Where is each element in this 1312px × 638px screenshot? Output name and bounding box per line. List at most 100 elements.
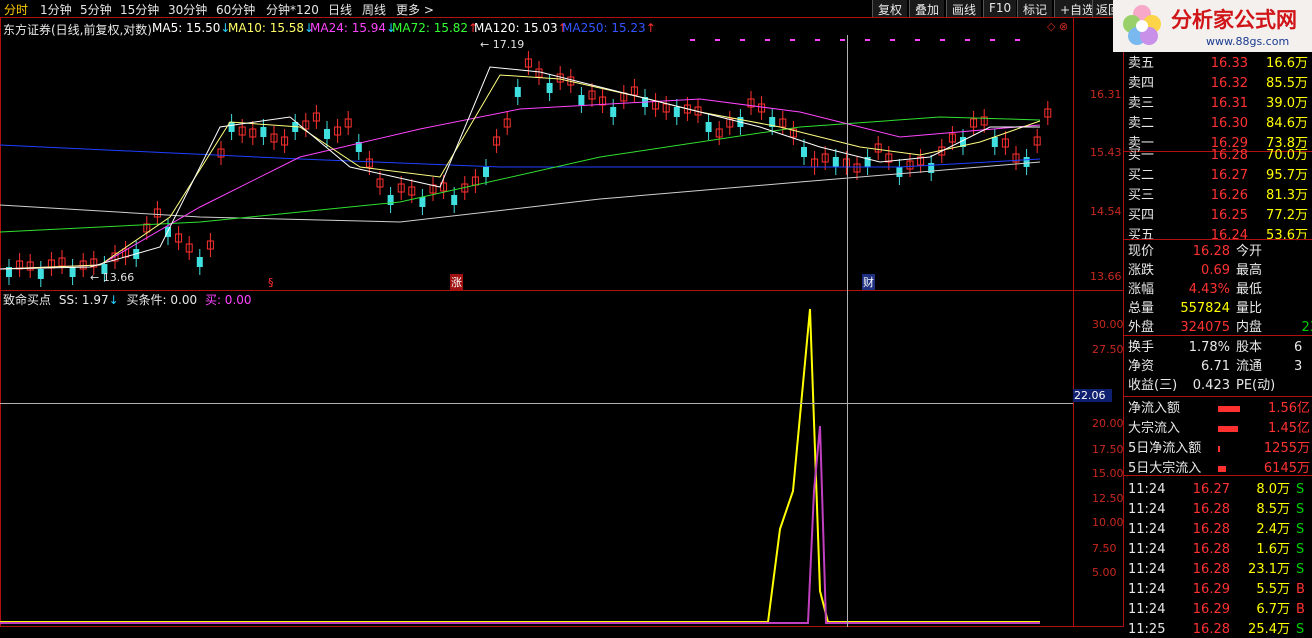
candle-body (514, 87, 521, 97)
crosshair-vertical (847, 35, 848, 627)
candle-body (801, 147, 807, 157)
period-tab-5[interactable]: 60分钟 (216, 1, 255, 18)
candle-body (705, 122, 712, 132)
buy-level-1[interactable]: 买一 16.28 70.0万 (1128, 144, 1308, 164)
period-tab-0[interactable]: 分时 (4, 1, 28, 18)
candle-body (260, 127, 267, 137)
signal-dot (815, 39, 820, 41)
ind-axis-12-5: 12.50 (1092, 492, 1124, 505)
signal-dot (765, 39, 770, 41)
signal-dot (690, 39, 695, 41)
ma5-line (0, 66, 1040, 270)
ind-axis-17-5: 17.50 (1092, 443, 1124, 456)
signal-dot (790, 39, 795, 41)
tick-row-3: 11:24 16.28 1.6万 S (1128, 542, 1305, 557)
period-tab-7[interactable]: 日线 (328, 1, 352, 18)
ind-axis-15: 15.00 (1092, 467, 1124, 480)
marker-section[interactable]: § (268, 276, 274, 289)
quote-fund-1: 净资 6.71 流通 3 (1128, 359, 1303, 374)
sell-level-4[interactable]: 卖二 16.30 84.6万 (1128, 112, 1308, 132)
signal-dot (990, 39, 995, 41)
buy-level-4[interactable]: 买四 16.25 77.2万 (1128, 204, 1308, 224)
tick-row-1: 11:24 16.28 8.5万 S (1128, 502, 1305, 517)
ind-axis-10: 10.00 (1092, 516, 1124, 529)
sell-level-3[interactable]: 卖三 16.31 39.0万 (1128, 92, 1308, 112)
candle-body (578, 95, 585, 105)
price-axis-15-43: 15.43 (1090, 146, 1122, 159)
buy-condition-line (0, 425, 1040, 624)
ma24-line (0, 98, 1041, 270)
site-logo: 分析家公式网 www.88gs.com (1113, 0, 1312, 52)
ind-axis-27-5: 27.50 (1092, 343, 1124, 356)
tick-row-7: 11:25 16.28 25.4万 S (1128, 622, 1305, 637)
candle-body (419, 197, 426, 207)
ind-axis-5: 5.00 (1092, 566, 1117, 579)
quote-stat-2: 涨幅 4.43% 最低 (1128, 282, 1263, 297)
quote-stat-4: 外盘324075内盘23 (1128, 320, 1312, 335)
quote-stat-3: 总量 557824 量比 (1128, 301, 1263, 316)
signal-dot (715, 39, 720, 41)
f10-button[interactable]: F10 (983, 0, 1017, 17)
sell-level-2[interactable]: 卖四 16.32 85.5万 (1128, 72, 1308, 92)
price-axis-16-31: 16.31 (1090, 88, 1122, 101)
axis-divider (1073, 17, 1074, 627)
candle-body (991, 137, 998, 147)
marker-finance[interactable]: 财 (862, 274, 875, 290)
restore-right-button[interactable]: 复权 (872, 0, 908, 17)
candle-body (69, 267, 76, 277)
flower-logo-icon (1123, 5, 1161, 45)
crosshair-horizontal (0, 403, 1073, 404)
high-price-label: ← 17.19 (480, 38, 525, 51)
overlay-button[interactable]: 叠加 (909, 0, 945, 17)
buy-level-2[interactable]: 买二 16.27 95.7万 (1128, 164, 1308, 184)
ma10-line (0, 74, 1041, 270)
fund-flow-3: 5日大宗流入 6145万 (1128, 461, 1310, 476)
quote-stat-0: 现价 16.28 今开 (1128, 244, 1263, 259)
fund-flow-1: 大宗流入 1.45亿 (1128, 421, 1310, 436)
candle-body (546, 83, 553, 93)
price-axis-14-54: 14.54 (1090, 205, 1122, 218)
period-tab-1[interactable]: 1分钟 (40, 1, 72, 18)
ma250-line (0, 144, 1041, 168)
marker-limit-up[interactable]: 涨 (450, 274, 463, 290)
period-tab-6[interactable]: 分钟*120 (266, 1, 319, 18)
quote-fund-2: 收益(三) 0.423 PE(动) (1128, 378, 1276, 393)
quote-stat-1: 涨跌 0.69 最高 (1128, 263, 1263, 278)
candle-body (896, 167, 903, 177)
quote-fund-0: 换手 1.78% 股本 6 (1128, 340, 1303, 355)
mark-button[interactable]: 标记 (1017, 0, 1053, 17)
indicator-chart (0, 308, 1040, 624)
candle-body (673, 107, 680, 117)
signal-dot (740, 39, 745, 41)
candle-body (832, 157, 839, 167)
candle-body (196, 257, 203, 267)
ind-axis-20: 20.00 (1092, 417, 1124, 430)
draw-line-button[interactable]: 画线 (946, 0, 982, 17)
signal-dot (940, 39, 945, 41)
candle-body (37, 269, 44, 279)
ind-axis-7-5: 7.50 (1092, 542, 1117, 555)
candle-body (610, 107, 617, 117)
panel-separator (1124, 475, 1312, 476)
signal-dot (840, 39, 845, 41)
tick-row-2: 11:24 16.28 2.4万 S (1128, 522, 1305, 537)
signal-dot (915, 39, 920, 41)
signal-dot (890, 39, 895, 41)
ind-axis-30: 30.00 (1092, 318, 1124, 331)
signal-dot (865, 39, 870, 41)
period-tab-more[interactable]: 更多 > (396, 1, 434, 18)
ma120-line (0, 161, 1041, 223)
candle-body (324, 129, 330, 139)
ss-line (0, 308, 1040, 623)
fund-flow-2: 5日净流入额 1255万 (1128, 441, 1310, 456)
period-tab-8[interactable]: 周线 (362, 1, 386, 18)
signal-dot (965, 39, 970, 41)
back-button[interactable]: 返回 (1092, 0, 1114, 17)
sell-level-1[interactable]: 卖五 16.33 16.6万 (1128, 52, 1308, 72)
signal-dot (1015, 39, 1020, 41)
period-tab-2[interactable]: 5分钟 (80, 1, 112, 18)
candle-body (483, 167, 489, 177)
buy-level-3[interactable]: 买三 16.26 81.3万 (1128, 184, 1308, 204)
period-tab-3[interactable]: 15分钟 (120, 1, 159, 18)
period-tab-4[interactable]: 30分钟 (168, 1, 207, 18)
